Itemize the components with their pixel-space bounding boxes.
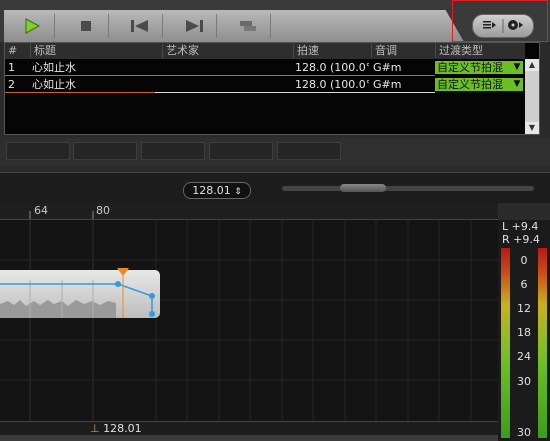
meter-scale-label: 24	[517, 350, 531, 363]
tempo-marker-value: 128.01	[103, 422, 142, 435]
level-meter: L +9.4 R +9.4 0 6 12 18 24 30 30	[498, 220, 550, 441]
tempo-marker-icon: ⊥	[90, 422, 100, 435]
mix-editor[interactable]	[0, 220, 498, 421]
row-bpm: 128.0 (100.0°	[295, 78, 369, 91]
play-icon	[25, 18, 40, 34]
right-channel-bar	[538, 248, 547, 438]
envelope-point[interactable]	[149, 311, 155, 317]
zoom-slider-thumb[interactable]	[340, 184, 386, 192]
column-header-key[interactable]: 音调	[371, 44, 435, 58]
meter-scale-label: 6	[520, 278, 528, 291]
row-title: 心如止水	[32, 78, 76, 91]
transition-value: 自定义节拍混	[437, 61, 503, 74]
previous-button[interactable]	[118, 14, 163, 38]
playhead-marker-icon[interactable]	[117, 268, 129, 276]
transport-controls	[4, 10, 464, 42]
envelope-point[interactable]	[149, 293, 155, 299]
track-clip[interactable]	[0, 270, 160, 318]
deck-slot[interactable]	[73, 142, 137, 160]
stop-icon	[81, 21, 91, 31]
row-number: 1	[8, 61, 15, 74]
meter-scale-label: 0	[520, 254, 528, 267]
skip-back-icon	[131, 20, 148, 32]
tempo-bar	[0, 421, 498, 436]
column-header-artist[interactable]: 艺术家	[162, 44, 294, 58]
column-header-title[interactable]: 标题	[30, 44, 162, 58]
row-key: G#m	[373, 78, 402, 91]
next-button[interactable]	[172, 14, 217, 38]
stop-button[interactable]	[64, 14, 109, 38]
zoom-slider-track[interactable]	[282, 186, 534, 191]
play-button[interactable]	[10, 14, 55, 38]
deck-slot[interactable]	[209, 142, 273, 160]
scroll-down-icon[interactable]: ▼	[525, 122, 539, 134]
ruler-label: 64	[34, 204, 48, 217]
row-title: 心如止水	[32, 61, 76, 74]
row-key: G#m	[373, 61, 402, 74]
chevron-down-icon: ▼	[513, 79, 521, 89]
envelope-point[interactable]	[115, 281, 121, 287]
highlight-box	[452, 0, 548, 42]
row-separator	[155, 92, 435, 93]
deck-slots	[0, 138, 550, 166]
chevron-down-icon: ▼	[513, 62, 521, 72]
column-header-transition[interactable]: 过渡类型	[435, 44, 527, 58]
layers-icon	[240, 21, 256, 31]
tempo-marker[interactable]: ⊥ 128.01	[90, 422, 142, 435]
deck-slot[interactable]	[277, 142, 341, 160]
deck-slot[interactable]	[6, 142, 70, 160]
meter-right-label: R +9.4	[502, 233, 540, 246]
meter-left-label: L +9.4	[502, 220, 539, 233]
left-channel-bar	[501, 248, 510, 438]
transition-value: 自定义节拍混	[437, 78, 503, 91]
playlist-table: # 标题 艺术家 拍速 音调 过渡类型 1 心如止水 128.0 (100.0°…	[4, 42, 540, 135]
table-row[interactable]: 1 心如止水 128.0 (100.0° G#m 自定义节拍混 ▼	[5, 60, 525, 75]
column-header-bpm[interactable]: 拍速	[293, 44, 373, 58]
scroll-up-icon[interactable]: ▲	[525, 59, 539, 71]
deck-slot[interactable]	[141, 142, 205, 160]
meter-scale-label: 12	[517, 302, 531, 315]
row-bpm: 128.0 (100.0°	[295, 61, 369, 74]
transition-select[interactable]: 自定义节拍混 ▼	[435, 78, 523, 91]
bpm-field[interactable]: 128.01 ⇕	[183, 182, 251, 199]
timeline-ruler[interactable]: 64 80	[0, 203, 498, 220]
bpm-value: 128.01	[192, 184, 231, 197]
table-row[interactable]: 2 心如止水 128.0 (100.0° G#m 自定义节拍混 ▼	[5, 77, 525, 92]
ruler-label: 80	[96, 204, 110, 217]
meter-scale-label: 30	[517, 426, 531, 439]
meter-scale-label: 18	[517, 326, 531, 339]
playlist-scrollbar[interactable]: ▲ ▼	[525, 59, 539, 134]
meter-scale-label: 30	[517, 375, 531, 388]
spinner-icon[interactable]: ⇕	[234, 187, 242, 197]
beat-grid	[0, 220, 498, 421]
extra-button[interactable]	[226, 14, 271, 38]
table-header: # 标题 艺术家 拍速 音调 过渡类型	[5, 43, 525, 59]
editor-hscroll[interactable]	[0, 435, 498, 441]
column-header-number[interactable]: #	[5, 44, 26, 58]
row-progress-line	[5, 75, 435, 76]
transition-select[interactable]: 自定义节拍混 ▼	[435, 61, 523, 74]
skip-forward-icon	[186, 20, 203, 32]
row-progress-line	[5, 92, 155, 93]
row-number: 2	[8, 78, 15, 91]
waveform	[0, 300, 116, 318]
